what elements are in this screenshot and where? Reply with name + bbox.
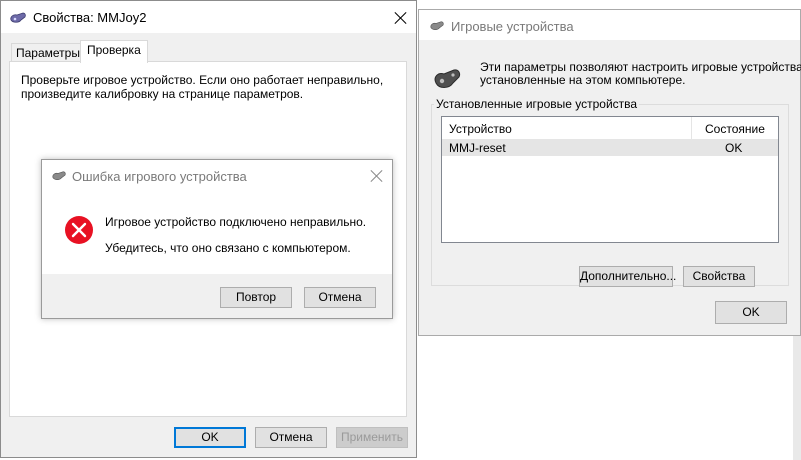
game-controllers-titlebar[interactable]: Игровые устройства (419, 10, 800, 40)
check-instructions-line1: Проверьте игровое устройство. Если оно р… (21, 73, 384, 87)
error-dialog-titlebar[interactable]: Ошибка игрового устройства (42, 160, 392, 190)
close-icon[interactable] (394, 11, 408, 25)
group-label: Установленные игровые устройства (434, 97, 640, 111)
error-message-line2: Убедитесь, что оно связано с компьютером… (105, 241, 351, 255)
properties-titlebar[interactable]: Свойства: MMJoy2 (1, 1, 416, 33)
properties-ok-button[interactable]: OK (174, 427, 246, 448)
column-header-status[interactable]: Состояние (705, 122, 765, 136)
game-controllers-title: Игровые устройства (451, 19, 574, 34)
error-dialog: Ошибка игрового устройства Игровое устро… (41, 159, 393, 319)
gamepad-icon (52, 171, 66, 180)
devices-list[interactable]: Устройство Состояние MMJ-reset OK (441, 116, 779, 243)
error-dialog-title: Ошибка игрового устройства (72, 169, 247, 184)
tab-parameters[interactable]: Параметры (11, 43, 85, 62)
list-header: Устройство Состояние (442, 117, 778, 140)
error-message-line1: Игровое устройство подключено неправильн… (105, 215, 367, 229)
tab-parameters-label: Параметры (16, 46, 80, 60)
device-properties-button[interactable]: Свойства (683, 266, 755, 287)
check-instructions-line2: произведите калибровку на странице парам… (21, 87, 304, 101)
device-status: OK (725, 141, 743, 155)
installed-devices-group: Установленные игровые устройства Устройс… (431, 97, 789, 287)
advanced-button[interactable]: Дополнительно... (579, 266, 676, 287)
gamepad-icon (434, 69, 461, 88)
close-icon[interactable] (370, 169, 384, 183)
gamepad-icon (430, 21, 444, 30)
table-row[interactable]: MMJ-reset OK (442, 140, 778, 156)
game-controllers-window: Игровые устройства Эти параметры позволя… (418, 9, 801, 336)
error-cancel-button[interactable]: Отмена (304, 287, 376, 308)
tab-check-label: Проверка (87, 43, 141, 57)
properties-apply-button: Применить (336, 427, 408, 448)
tab-check[interactable]: Проверка (80, 40, 148, 63)
description-line1: Эти параметры позволяют настроить игровы… (480, 60, 801, 74)
error-dialog-content: Игровое устройство подключено неправильн… (42, 190, 392, 274)
properties-cancel-button[interactable]: Отмена (255, 427, 327, 448)
gamepad-icon (10, 12, 26, 23)
device-name: MMJ-reset (449, 141, 506, 155)
description-line2: установленные на этом компьютере. (480, 73, 686, 87)
game-controllers-ok-button[interactable]: OK (715, 301, 787, 324)
properties-title: Свойства: MMJoy2 (33, 10, 147, 25)
error-icon (65, 216, 93, 244)
column-divider (691, 117, 692, 139)
retry-button[interactable]: Повтор (220, 287, 292, 308)
column-header-device[interactable]: Устройство (449, 122, 512, 136)
